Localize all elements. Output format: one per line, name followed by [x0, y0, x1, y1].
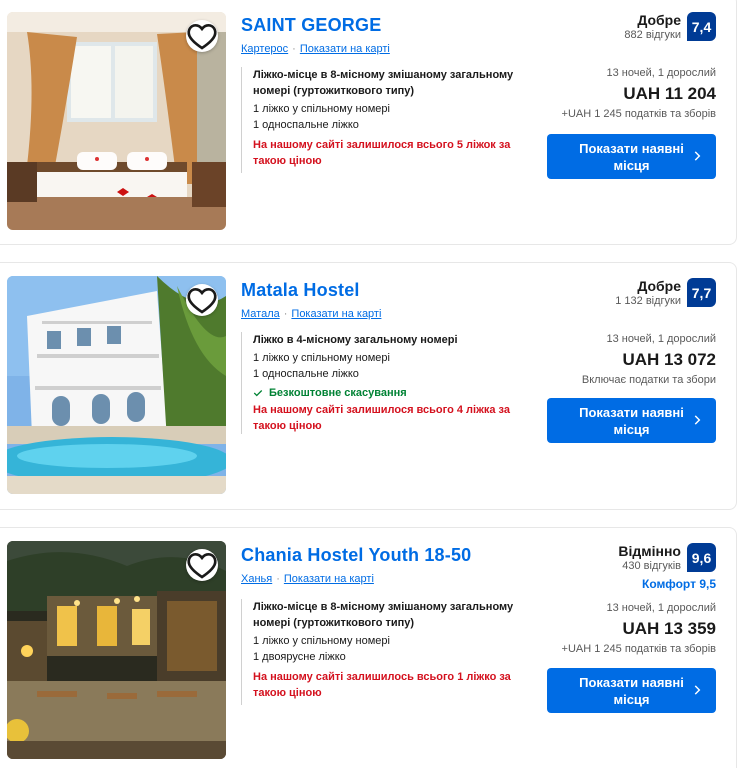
location-link[interactable]: Картерос — [241, 43, 288, 55]
show-on-map-link[interactable]: Показати на карті — [284, 573, 374, 585]
location-link[interactable]: Ханья — [241, 573, 272, 585]
room-type: Ліжко-місце в 8-місному змішаному загаль… — [253, 69, 514, 97]
property-title[interactable]: Matala Hostel — [241, 280, 360, 301]
review-text: Добре 882 відгуки — [624, 12, 681, 42]
price: UAH 11 204 — [623, 84, 716, 103]
bed-info: 1 ліжко у спільному номері — [253, 103, 390, 115]
heart-icon — [187, 552, 217, 579]
favorite-button[interactable] — [186, 549, 218, 581]
room-type: Ліжко-місце в 8-місному змішаному загаль… — [253, 601, 514, 629]
comfort-score: Комфорт 9,5 — [642, 577, 716, 591]
taxes-info: +UAH 1 245 податків та зборів — [561, 643, 716, 655]
price-block: 13 ночей, 1 дорослий UAH 13 359 +UAH 1 2… — [562, 601, 716, 656]
score-badge: 9,6 — [687, 543, 716, 572]
review-text: Відмінно 430 відгуків — [618, 543, 681, 573]
property-photo[interactable] — [7, 12, 226, 230]
review-word: Добре — [637, 278, 681, 294]
favorite-button[interactable] — [186, 284, 218, 316]
review-word: Добре — [637, 12, 681, 28]
show-availability-button[interactable]: Показати наявні місця — [547, 398, 716, 443]
property-location: Ханья · Показати на карті — [241, 573, 374, 585]
bed-info: 1 ліжко у спільному номері — [253, 635, 390, 647]
show-on-map-link[interactable]: Показати на карті — [300, 43, 390, 55]
chevron-right-icon — [694, 151, 701, 161]
availability-warning: На нашому сайті залишилося всього 4 ліжк… — [253, 404, 510, 432]
checkmark-icon — [253, 390, 263, 397]
chevron-right-icon — [694, 415, 701, 425]
review-word: Відмінно — [618, 543, 681, 559]
property-card: Matala Hostel Матала · Показати на карті Л… — [0, 262, 737, 510]
price-block: 13 ночей, 1 дорослий UAH 11 204 +UAH 1 2… — [562, 66, 716, 121]
price: UAH 13 359 — [622, 619, 716, 638]
review-count: 882 відгуки — [624, 29, 681, 41]
review-text: Добре 1 132 відгуки — [615, 278, 681, 308]
review-score-block[interactable]: Добре 882 відгуки 7,4 — [624, 12, 716, 42]
show-availability-button[interactable]: Показати наявні місця — [547, 134, 716, 179]
location-link[interactable]: Матала — [241, 308, 280, 320]
property-location: Картерос · Показати на карті — [241, 43, 390, 55]
availability-warning: На нашому сайті залишилось всього 1 ліжк… — [253, 671, 511, 699]
stay-duration: 13 ночей, 1 дорослий — [606, 333, 716, 345]
availability-warning: На нашому сайті залишилося всього 5 ліжо… — [253, 139, 511, 167]
room-type: Ліжко в 4-місному загальному номері — [253, 334, 458, 346]
stay-duration: 13 ночей, 1 дорослий — [606, 67, 716, 79]
free-cancellation-label: Безкоштовне скасування — [269, 387, 407, 399]
taxes-info: Включає податки та збори — [581, 374, 716, 386]
property-title[interactable]: SAINT GEORGE — [241, 15, 381, 36]
button-label: Показати наявні місця — [579, 140, 684, 173]
review-count: 430 відгуків — [622, 560, 681, 572]
review-score-block[interactable]: Відмінно 430 відгуків 9,6 Комфорт 9,5 — [618, 543, 716, 591]
price-block: 13 ночей, 1 дорослий UAH 13 072 Включає … — [582, 332, 716, 387]
show-availability-button[interactable]: Показати наявні місця — [547, 668, 716, 713]
stay-duration: 13 ночей, 1 дорослий — [606, 602, 716, 614]
location-separator: · — [283, 308, 288, 320]
bed-info: 1 ліжко у спільному номері — [253, 352, 390, 364]
room-details: Ліжко в 4-місному загальному номері 1 лі… — [241, 332, 521, 434]
location-separator: · — [276, 573, 280, 585]
bed-type: 1 односпальне ліжко — [253, 368, 359, 380]
property-title[interactable]: Chania Hostel Youth 18-50 — [241, 545, 471, 566]
property-photo[interactable] — [7, 276, 226, 494]
heart-icon — [187, 287, 217, 314]
room-details: Ліжко-місце в 8-місному змішаному загаль… — [241, 599, 521, 705]
property-location: Матала · Показати на карті — [241, 308, 381, 320]
location-separator: · — [292, 43, 296, 55]
bed-type: 1 односпальне ліжко — [253, 119, 359, 131]
price: UAH 13 072 — [622, 350, 716, 369]
chevron-right-icon — [694, 685, 701, 695]
show-on-map-link[interactable]: Показати на карті — [291, 308, 381, 320]
heart-icon — [187, 23, 217, 50]
button-label: Показати наявні місця — [579, 674, 684, 707]
room-details: Ліжко-місце в 8-місному змішаному загаль… — [241, 67, 521, 173]
property-card: SAINT GEORGE Картерос · Показати на карті … — [0, 0, 737, 245]
review-score-block[interactable]: Добре 1 132 відгуки 7,7 — [615, 278, 716, 308]
bed-type: 1 двоярусне ліжко — [253, 651, 346, 663]
favorite-button[interactable] — [186, 20, 218, 52]
property-card: Chania Hostel Youth 18-50 Ханья · Показати… — [0, 527, 737, 768]
button-label: Показати наявні місця — [579, 404, 684, 437]
review-count: 1 132 відгуки — [615, 295, 681, 307]
taxes-info: +UAH 1 245 податків та зборів — [561, 108, 716, 120]
free-cancellation: Безкоштовне скасування — [253, 385, 521, 401]
property-photo[interactable] — [7, 541, 226, 759]
score-badge: 7,4 — [687, 12, 716, 41]
score-badge: 7,7 — [687, 278, 716, 307]
